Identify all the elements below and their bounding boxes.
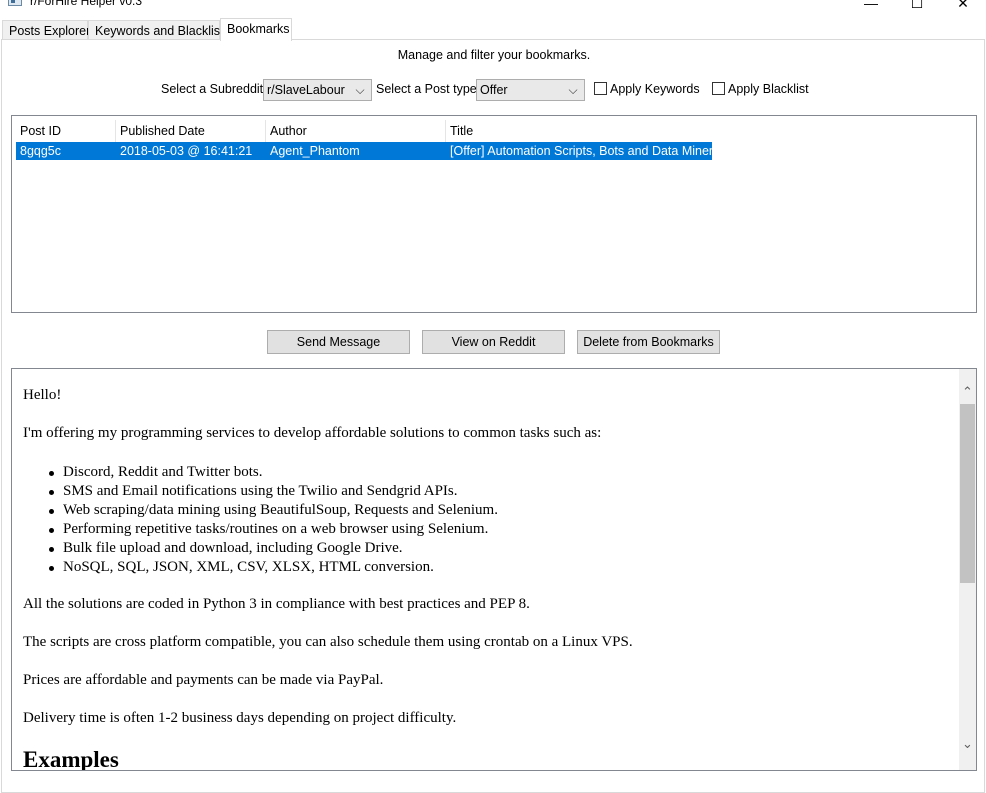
close-button[interactable]: ✕ [940, 0, 986, 14]
cell-published-date: 2018-05-03 @ 16:41:21 [120, 144, 253, 158]
list-item: Performing repetitive tasks/routines on … [47, 520, 498, 539]
maximize-button[interactable]: ☐ [894, 0, 940, 14]
scroll-down-icon[interactable]: ⌄ [959, 735, 976, 752]
column-header-title[interactable]: Title [446, 120, 712, 142]
apply-keywords-label: Apply Keywords [610, 82, 700, 96]
table-header: Post ID Published Date Author Title [16, 120, 712, 142]
post-paragraph: The scripts are cross platform compatibl… [23, 634, 633, 650]
post-heading: Examples [23, 747, 119, 771]
post-paragraph: Prices are affordable and payments can b… [23, 672, 384, 688]
post-type-select[interactable]: Offer ⌵ [476, 79, 585, 101]
view-on-reddit-button[interactable]: View on Reddit [422, 330, 565, 354]
list-item: SMS and Email notifications using the Tw… [47, 482, 498, 501]
chevron-down-icon: ⌵ [355, 83, 365, 97]
tab-keywords-blacklist[interactable]: Keywords and Blacklist [88, 20, 224, 40]
tab-posts-explorer[interactable]: Posts Explorer [2, 20, 90, 40]
subreddit-select[interactable]: r/SlaveLabour ⌵ [263, 79, 372, 101]
delete-from-bookmarks-button[interactable]: Delete from Bookmarks [577, 330, 720, 354]
window-title: r/ForHire Helper v0.3 [30, 0, 143, 8]
app-icon [8, 0, 22, 6]
column-header-author[interactable]: Author [266, 120, 446, 142]
column-header-published-date[interactable]: Published Date [116, 120, 266, 142]
post-bullet-list: Discord, Reddit and Twitter bots. SMS an… [47, 463, 498, 577]
table-row[interactable]: 8gqg5c 2018-05-03 @ 16:41:21 Agent_Phant… [16, 142, 712, 160]
list-item: Bulk file upload and download, including… [47, 539, 498, 558]
post-type-value: Offer [480, 83, 508, 97]
apply-blacklist-label: Apply Blacklist [728, 82, 809, 96]
chevron-down-icon: ⌵ [568, 83, 578, 97]
post-intro: I'm offering my programming services to … [23, 425, 602, 441]
subreddit-value: r/SlaveLabour [267, 83, 345, 97]
checkbox-box[interactable] [712, 82, 725, 95]
post-paragraph: Delivery time is often 1-2 business days… [23, 710, 457, 726]
apply-keywords-checkbox[interactable]: Apply Keywords [594, 82, 700, 96]
title-bar: r/ForHire Helper v0.3 — ☐ ✕ [0, 0, 986, 14]
scroll-up-icon[interactable]: ⌃ [959, 383, 976, 400]
bookmarks-table: Post ID Published Date Author Title 8gqg… [11, 115, 977, 313]
cell-post-id: 8gqg5c [20, 144, 62, 158]
scrollbar-thumb[interactable] [960, 404, 975, 583]
tab-bookmarks[interactable]: Bookmarks [220, 18, 292, 41]
minimize-button[interactable]: — [848, 0, 894, 14]
post-greeting: Hello! [23, 387, 62, 403]
page-subtitle: Manage and filter your bookmarks. [397, 48, 591, 62]
bookmarks-pane: Manage and filter your bookmarks. Select… [1, 39, 985, 793]
cell-author: Agent_Phantom [270, 144, 360, 158]
vertical-scrollbar[interactable]: ⌃ ⌄ [959, 369, 976, 770]
subreddit-label: Select a Subreddit: [161, 82, 267, 96]
apply-blacklist-checkbox[interactable]: Apply Blacklist [712, 82, 809, 96]
list-item: Discord, Reddit and Twitter bots. [47, 463, 498, 482]
post-paragraph: All the solutions are coded in Python 3 … [23, 596, 530, 612]
post-content-viewer[interactable]: Hello! I'm offering my programming servi… [11, 368, 977, 771]
post-type-label: Select a Post type: [376, 82, 481, 96]
list-item: NoSQL, SQL, JSON, XML, CSV, XLSX, HTML c… [47, 558, 498, 577]
main-window: Posts Explorer Keywords and Blacklist Bo… [0, 14, 986, 793]
cell-title: [Offer] Automation Scripts, Bots and Dat… [450, 144, 712, 158]
column-header-post-id[interactable]: Post ID [16, 120, 116, 142]
list-item: Web scraping/data mining using Beautiful… [47, 501, 498, 520]
checkbox-box[interactable] [594, 82, 607, 95]
send-message-button[interactable]: Send Message [267, 330, 410, 354]
